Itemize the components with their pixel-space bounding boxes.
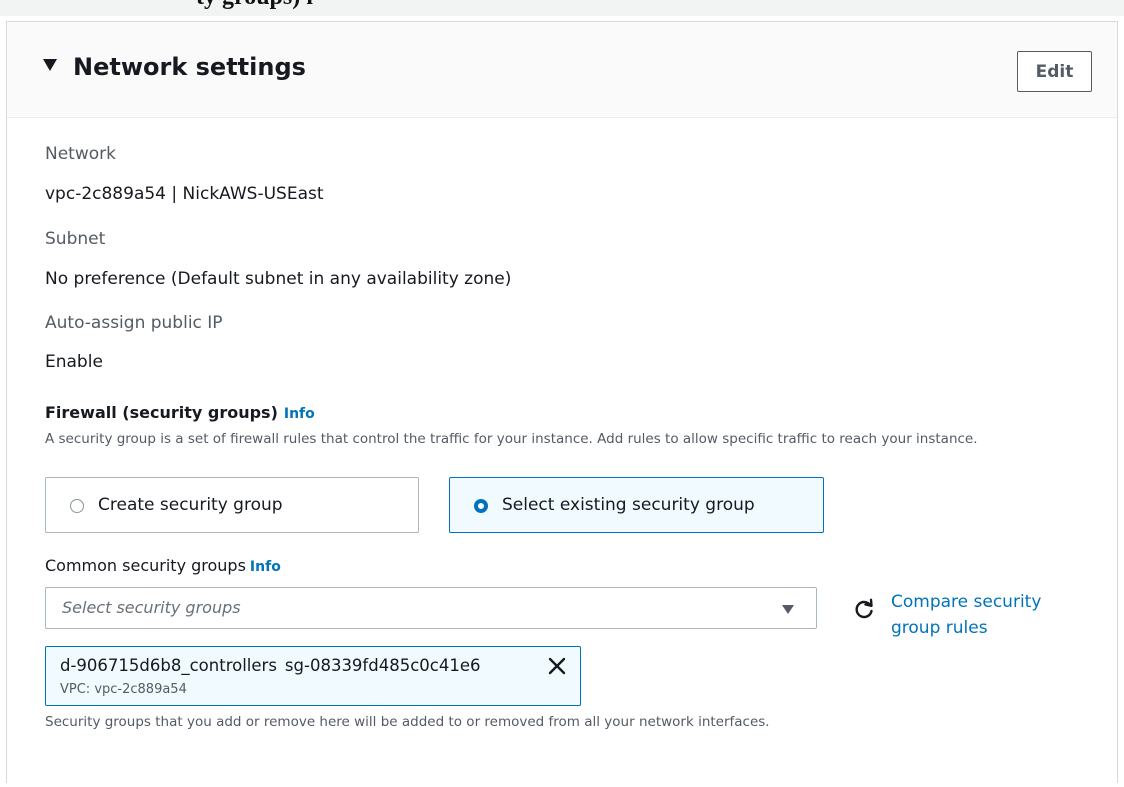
firewall-description: A security group is a set of firewall ru… — [45, 431, 978, 447]
common-groups-info-link[interactable]: Info — [250, 559, 281, 575]
token-vpc: VPC: vpc-2c889a54 — [60, 682, 187, 697]
token-group-name: d-906715d6b8_controllers — [60, 656, 277, 675]
security-groups-footnote: Security groups that you add or remove h… — [45, 714, 770, 730]
network-label: Network — [45, 144, 116, 164]
network-value: vpc-2c889a54 | NickAWS-USEast — [45, 184, 324, 204]
subnet-label: Subnet — [45, 229, 106, 249]
select-placeholder: Select security groups — [62, 598, 241, 617]
create-security-group-label: Create security group — [98, 495, 283, 515]
radio-checked-icon[interactable] — [474, 499, 488, 513]
firewall-info-link[interactable]: Info — [284, 406, 315, 422]
top-strip-text: ty groups) i — [196, 0, 313, 11]
panel-title[interactable]: Network settings — [73, 51, 306, 83]
dropdown-caret-icon[interactable] — [782, 605, 794, 614]
create-security-group-option[interactable]: Create security group — [45, 477, 419, 533]
top-strip: ty groups) i — [0, 0, 1124, 16]
radio-unchecked-icon[interactable] — [70, 499, 84, 513]
close-icon[interactable] — [546, 655, 568, 677]
common-security-groups-heading: Common security groups Info — [45, 555, 281, 578]
edit-button[interactable]: Edit — [1017, 51, 1092, 92]
firewall-heading: Firewall (security groups) Info — [45, 402, 315, 425]
compare-security-group-rules-link[interactable]: Compare security group rules — [891, 589, 1091, 641]
select-existing-security-group-label: Select existing security group — [502, 495, 755, 515]
select-existing-security-group-option[interactable]: Select existing security group — [449, 477, 824, 533]
subnet-value: No preference (Default subnet in any ava… — [45, 269, 512, 289]
token-main: d-906715d6b8_controllers sg-08339fd485c0c… — [60, 655, 481, 677]
security-groups-select[interactable]: Select security groups — [45, 587, 817, 629]
firewall-heading-text: Firewall (security groups) — [45, 403, 278, 422]
refresh-icon[interactable] — [853, 598, 875, 620]
selected-security-group-token: d-906715d6b8_controllers sg-08339fd485c0c… — [45, 646, 581, 706]
public-ip-value: Enable — [45, 352, 103, 372]
caret-down-icon[interactable] — [43, 59, 57, 71]
panel-header[interactable]: Network settings Edit — [7, 22, 1117, 118]
common-security-groups-text: Common security groups — [45, 556, 246, 575]
network-settings-panel: Network settings Edit Network vpc-2c889a… — [6, 21, 1118, 783]
token-group-id: sg-08339fd485c0c41e6 — [284, 656, 481, 675]
public-ip-label: Auto-assign public IP — [45, 313, 223, 333]
